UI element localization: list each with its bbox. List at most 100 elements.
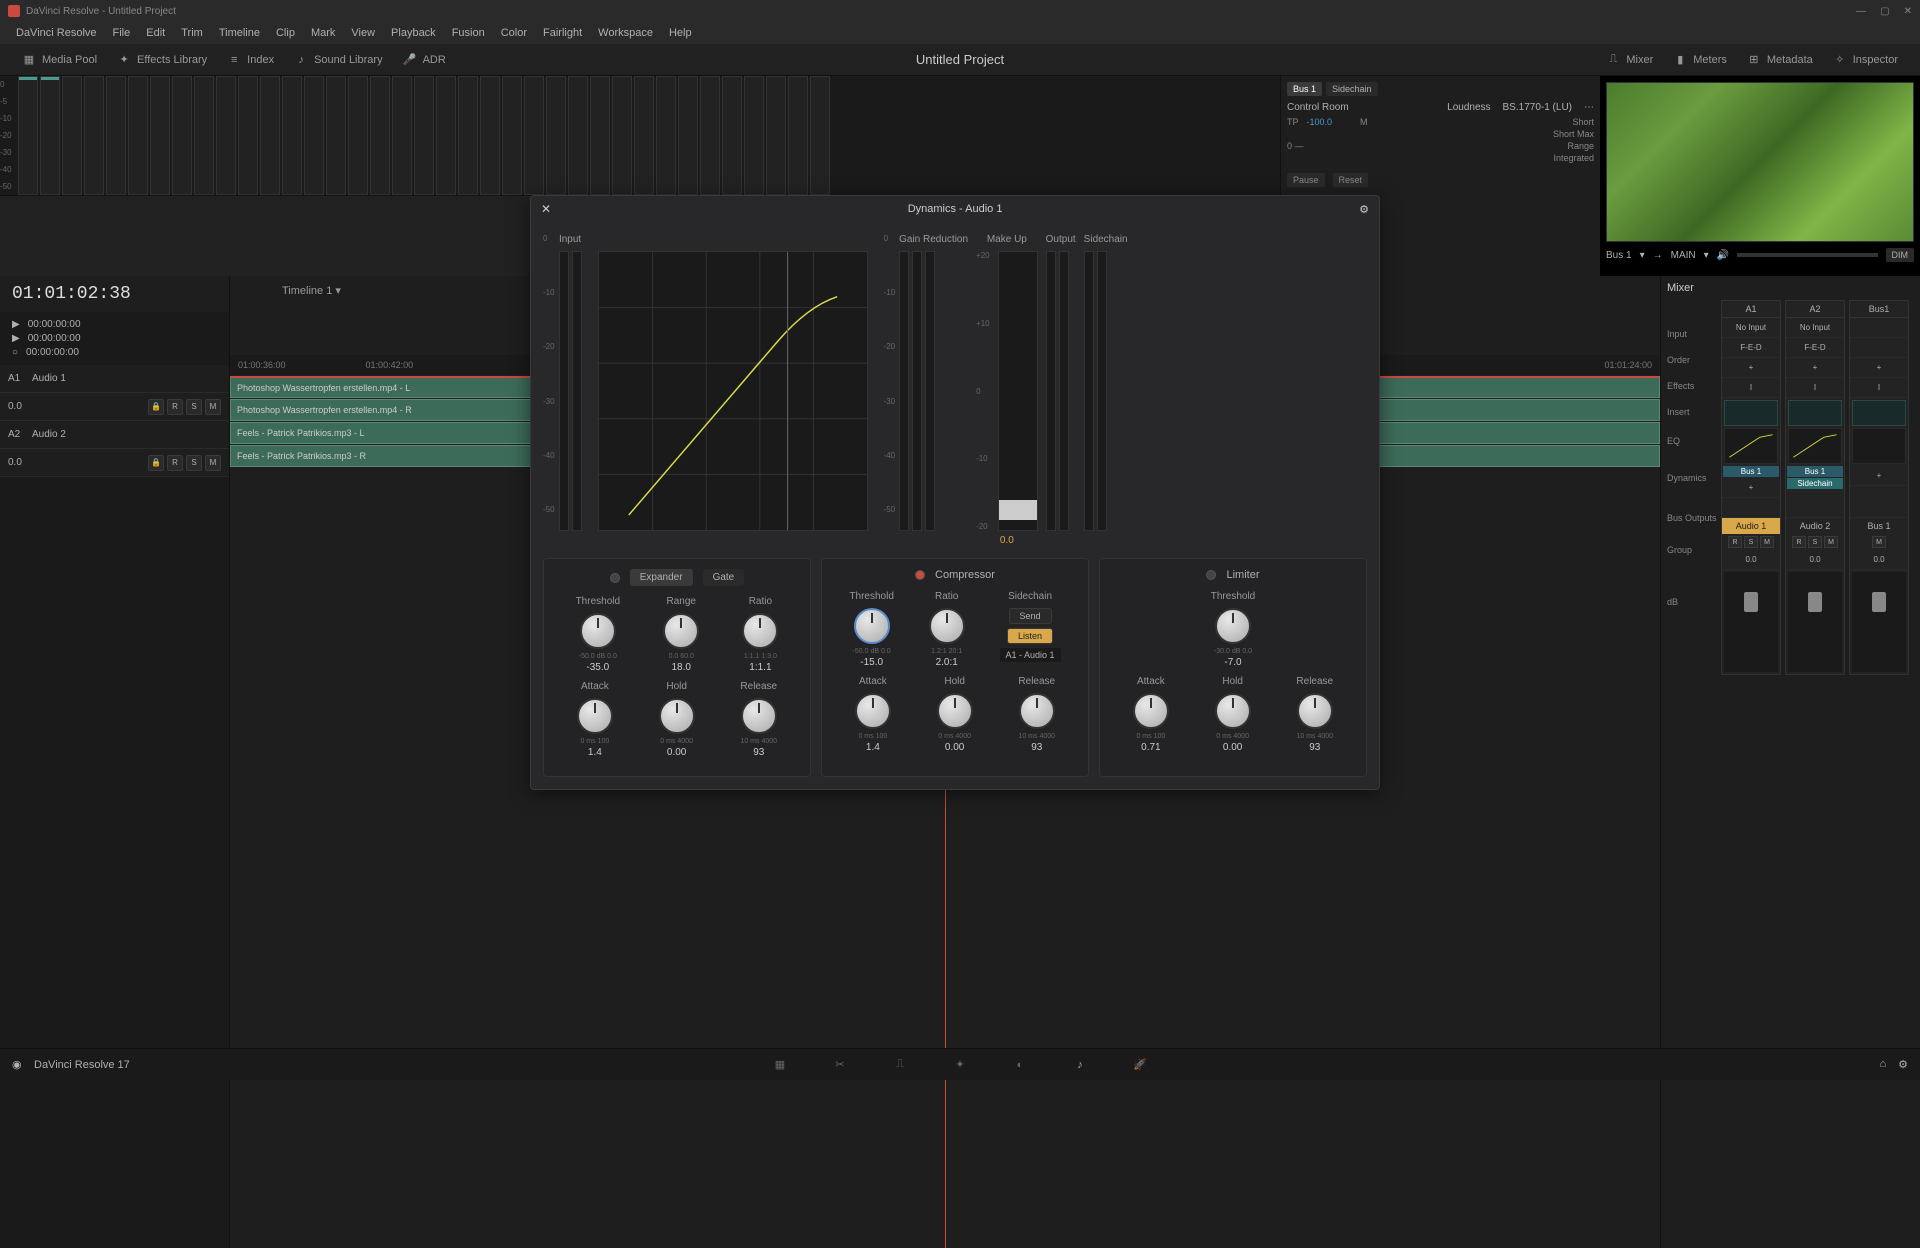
media-pool-button[interactable]: ▦ Media Pool <box>12 49 107 71</box>
timeline-selector[interactable]: Timeline 1 ▾ <box>282 285 341 297</box>
track-m-button[interactable]: M <box>205 455 221 471</box>
mixer-r-button[interactable]: R <box>1792 536 1806 548</box>
track-lock-button[interactable]: 🔒 <box>148 399 164 415</box>
pause-button[interactable]: Pause <box>1287 173 1325 187</box>
track-m-button[interactable]: M <box>205 399 221 415</box>
page-color[interactable]: ◐ <box>1010 1055 1030 1075</box>
mixer-r-button[interactable]: R <box>1728 536 1742 548</box>
exp-range-knob[interactable] <box>663 613 699 649</box>
mixer-fader-bus1[interactable] <box>1852 572 1906 672</box>
index-button[interactable]: ≡ Index <box>217 49 284 71</box>
mixer-fader-a1[interactable] <box>1724 572 1778 672</box>
dim-button[interactable]: DIM <box>1886 248 1915 262</box>
home-icon[interactable]: ⌂ <box>1879 1058 1886 1071</box>
track-a1-header[interactable]: A1 Audio 1 <box>0 365 229 393</box>
expander-tab[interactable]: Expander <box>630 569 693 586</box>
exp-threshold-knob[interactable] <box>580 613 616 649</box>
menu-timeline[interactable]: Timeline <box>211 27 268 39</box>
minimize-button[interactable]: — <box>1856 6 1866 17</box>
reset-button[interactable]: Reset <box>1333 173 1369 187</box>
sound-library-button[interactable]: ♪ Sound Library <box>284 49 393 71</box>
menu-trim[interactable]: Trim <box>173 27 211 39</box>
track-lock-button[interactable]: 🔒 <box>148 455 164 471</box>
menu-color[interactable]: Color <box>493 27 535 39</box>
loudness-menu-icon[interactable]: ⋯ <box>1584 102 1594 113</box>
exp-ratio-knob[interactable] <box>742 613 778 649</box>
volume-slider[interactable] <box>1737 253 1877 257</box>
mixer-fader-a2[interactable] <box>1788 572 1842 672</box>
mixer-dynamics-a2[interactable] <box>1788 428 1842 464</box>
menu-playback[interactable]: Playback <box>383 27 444 39</box>
menu-help[interactable]: Help <box>661 27 700 39</box>
page-cut[interactable]: ✂ <box>830 1055 850 1075</box>
page-media[interactable]: ▦ <box>770 1055 790 1075</box>
exp-hold-knob[interactable] <box>659 698 695 734</box>
mixer-eq-a1[interactable] <box>1724 400 1778 426</box>
menu-mark[interactable]: Mark <box>303 27 343 39</box>
page-deliver[interactable]: 🚀 <box>1130 1055 1150 1075</box>
lim-release-knob[interactable] <box>1297 693 1333 729</box>
exp-attack-knob[interactable] <box>577 698 613 734</box>
loop-icon[interactable]: ○ <box>12 347 18 358</box>
dialog-close-button[interactable]: ✕ <box>541 202 551 216</box>
track-a2-header[interactable]: A2 Audio 2 <box>0 421 229 449</box>
track-r-button[interactable]: R <box>167 399 183 415</box>
cr-tab-bus1[interactable]: Bus 1 <box>1287 82 1322 96</box>
page-fusion[interactable]: ✦ <box>950 1055 970 1075</box>
menu-clip[interactable]: Clip <box>268 27 303 39</box>
mixer-button[interactable]: ⎍ Mixer <box>1596 49 1663 71</box>
exp-release-knob[interactable] <box>741 698 777 734</box>
menu-view[interactable]: View <box>343 27 383 39</box>
menu-edit[interactable]: Edit <box>138 27 173 39</box>
meters-button[interactable]: ▮ Meters <box>1663 49 1737 71</box>
comp-release-knob[interactable] <box>1019 693 1055 729</box>
preview-bus[interactable]: Bus 1 <box>1606 250 1632 261</box>
mixer-m-button[interactable]: M <box>1824 536 1838 548</box>
mixer-eq-a2[interactable] <box>1788 400 1842 426</box>
metadata-button[interactable]: ⊞ Metadata <box>1737 49 1823 71</box>
play-icon[interactable]: ▶ <box>12 333 20 344</box>
mixer-dynamics-a1[interactable] <box>1724 428 1778 464</box>
menu-fusion[interactable]: Fusion <box>444 27 493 39</box>
limiter-toggle[interactable] <box>1206 570 1216 580</box>
speaker-icon[interactable]: 🔊 <box>1717 250 1729 261</box>
makeup-slider[interactable] <box>998 251 1038 531</box>
comp-ratio-knob[interactable] <box>929 608 965 644</box>
play-icon[interactable]: ▶ <box>12 319 20 330</box>
page-fairlight[interactable]: ♪ <box>1070 1055 1090 1075</box>
comp-attack-knob[interactable] <box>855 693 891 729</box>
mixer-s-button[interactable]: S <box>1808 536 1822 548</box>
menu-file[interactable]: File <box>105 27 139 39</box>
lim-hold-knob[interactable] <box>1215 693 1251 729</box>
cr-tab-sidechain[interactable]: Sidechain <box>1326 82 1378 96</box>
compressor-toggle[interactable] <box>915 570 925 580</box>
sc-send-button[interactable]: Send <box>1009 608 1052 624</box>
effects-library-button[interactable]: ✦ Effects Library <box>107 49 217 71</box>
gear-icon[interactable]: ⚙ <box>1359 203 1369 216</box>
mixer-m-button[interactable]: M <box>1872 536 1886 548</box>
lim-attack-knob[interactable] <box>1133 693 1169 729</box>
comp-hold-knob[interactable] <box>937 693 973 729</box>
close-button[interactable]: ✕ <box>1904 6 1912 17</box>
sc-source-select[interactable]: A1 - Audio 1 <box>1000 648 1061 662</box>
menu-workspace[interactable]: Workspace <box>590 27 661 39</box>
sc-listen-button[interactable]: Listen <box>1007 628 1053 644</box>
menu-davinci[interactable]: DaVinci Resolve <box>8 27 105 39</box>
arrow-icon[interactable]: → <box>1653 250 1663 261</box>
preview-main[interactable]: MAIN <box>1671 250 1696 261</box>
mixer-eq-bus1[interactable] <box>1852 400 1906 426</box>
menu-fairlight[interactable]: Fairlight <box>535 27 590 39</box>
mixer-s-button[interactable]: S <box>1744 536 1758 548</box>
inspector-button[interactable]: ✧ Inspector <box>1823 49 1908 71</box>
adr-button[interactable]: 🎤 ADR <box>393 49 456 71</box>
comp-threshold-knob[interactable] <box>854 608 890 644</box>
page-edit[interactable]: ⎍ <box>890 1055 910 1075</box>
lim-threshold-knob[interactable] <box>1215 608 1251 644</box>
mixer-dynamics-bus1[interactable] <box>1852 428 1906 464</box>
maximize-button[interactable]: ▢ <box>1880 6 1889 17</box>
track-s-button[interactable]: S <box>186 455 202 471</box>
settings-icon[interactable]: ⚙ <box>1898 1058 1908 1071</box>
expander-toggle[interactable] <box>610 573 620 583</box>
track-s-button[interactable]: S <box>186 399 202 415</box>
mixer-m-button[interactable]: M <box>1760 536 1774 548</box>
